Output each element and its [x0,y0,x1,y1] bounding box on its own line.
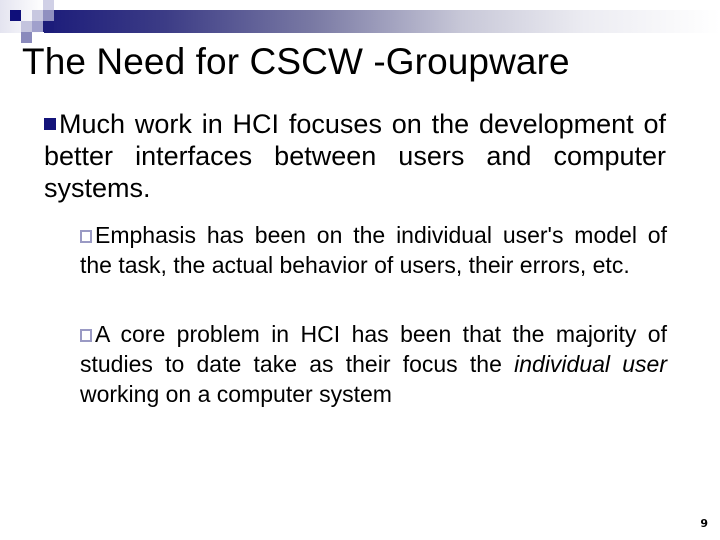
decor-square [43,21,54,32]
hollow-square-bullet-icon [80,230,92,243]
bullet-level2: A core problem in HCI has been that the … [80,319,667,409]
bullet-text-after: working on a computer system [80,381,392,407]
bullet-text: Much work in HCI focuses on the developm… [44,109,666,203]
page-number: 9 [700,517,708,530]
decor-square [32,21,43,32]
bullet-level1: Much work in HCI focuses on the developm… [44,108,666,204]
bullet-level2: Emphasis has been on the individual user… [80,220,667,280]
slide-title: The Need for CSCW -Groupware [22,41,570,82]
decor-square [32,10,43,21]
header-gradient-bar [44,10,720,33]
decor-square [21,21,32,32]
decor-square [10,10,21,21]
decor-square [43,10,54,21]
hollow-square-bullet-icon [80,329,92,342]
filled-square-bullet-icon [44,118,56,130]
bullet-text-emphasis: individual user [514,351,667,377]
bullet-text: Emphasis has been on the individual user… [80,222,667,278]
